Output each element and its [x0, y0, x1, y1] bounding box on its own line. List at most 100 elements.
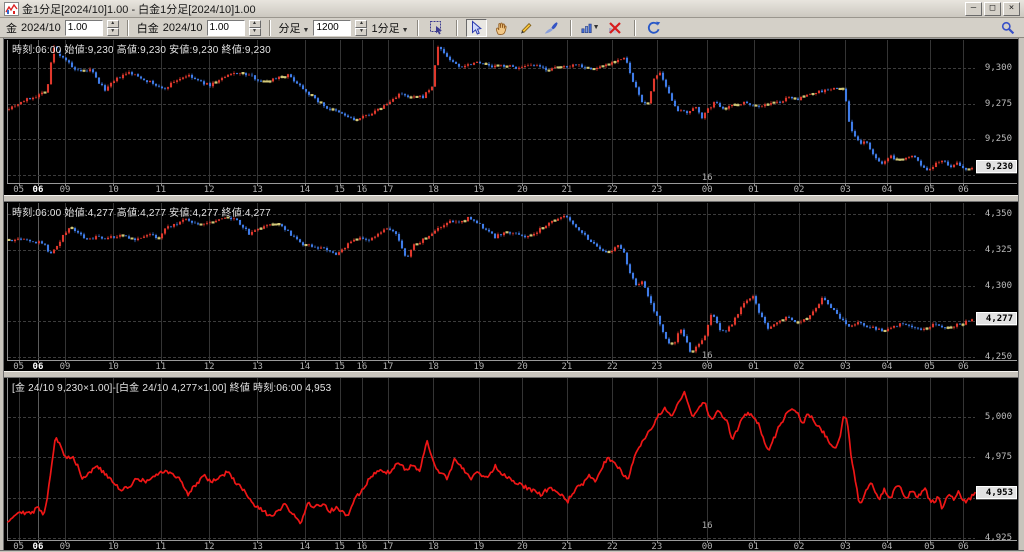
minimize-button[interactable]: – [965, 1, 982, 16]
platinum-month-value: 2024/10 [162, 21, 203, 34]
search-button[interactable] [997, 19, 1018, 37]
chevron-down-icon: ▼ [592, 24, 600, 31]
last-price-badge: 4,953 [976, 486, 1017, 500]
x-axis-label: 04 [881, 185, 893, 195]
x-axis-label: 20 [517, 185, 528, 195]
brush-icon [544, 21, 558, 34]
x-axis-label: 18 [428, 185, 439, 195]
x-axis-label: 02 [793, 542, 805, 552]
x-axis-label: 10 [107, 362, 119, 372]
pan-hand-button[interactable] [491, 19, 512, 37]
panel-splitter[interactable] [0, 371, 1024, 378]
x-axis-label: 02 [793, 362, 805, 372]
spin-up-icon[interactable]: ▲ [106, 19, 119, 28]
x-axis-label: 21 [561, 542, 573, 552]
x-axis-label: 13 [252, 362, 263, 372]
pencil-draw-button[interactable] [516, 19, 537, 37]
x-axis-label: 06 [957, 185, 969, 195]
x-axis-label: 05 [924, 362, 935, 372]
platinum-ohlc-readout: 時刻:06:00 始値:4,277 高値:4,277 安値:4,277 終値:4… [12, 208, 271, 219]
platinum-factor-spinner: ▲ ▼ [248, 19, 261, 36]
x-axis-label: 12 [203, 542, 215, 552]
bar-type-dropdown[interactable]: 分足 ▼ [279, 20, 310, 36]
y-axis-label: 4,975 [984, 452, 1012, 463]
x-axis-label: 21 [561, 185, 573, 195]
panel-splitter[interactable] [0, 195, 1024, 202]
y-axis-label: 9,275 [984, 98, 1012, 109]
y-axis-label: 4,325 [984, 245, 1012, 256]
x-axis-label: 22 [606, 362, 618, 372]
delete-drawings-button[interactable] [605, 19, 626, 37]
x-axis-label: 21 [561, 362, 573, 372]
gold-chart-plot[interactable] [8, 40, 975, 183]
title-bar: 金1分足[2024/10]1.00 - 白金1分足[2024/10]1.00 –… [0, 0, 1024, 18]
maximize-button[interactable]: □ [984, 1, 1001, 16]
x-axis-label: 19 [473, 185, 485, 195]
x-axis-label: 16 [356, 185, 368, 195]
platinum-factor-input[interactable] [206, 19, 245, 36]
x-axis-label: 06 [957, 542, 969, 552]
chevron-down-icon: ▼ [302, 26, 310, 34]
gold-factor-spinner: ▲ ▼ [106, 19, 119, 36]
x-axis-label: 20 [517, 362, 528, 372]
gold-label: 金 [6, 22, 17, 35]
window-border-left [0, 38, 4, 552]
delete-cross-icon [609, 21, 621, 34]
pencil-icon [521, 22, 532, 34]
pointer-select-button[interactable] [465, 18, 487, 37]
platinum-chart-plot[interactable] [8, 203, 975, 360]
x-axis-label: 10 [107, 542, 119, 552]
chart-window: 金1分足[2024/10]1.00 - 白金1分足[2024/10]1.00 –… [0, 0, 1024, 552]
crosshair-select-button[interactable] [427, 19, 448, 37]
bar-count-input[interactable] [313, 19, 352, 36]
y-axis-label: 9,300 [984, 63, 1012, 74]
pointer-icon [472, 19, 482, 35]
gold-month-value: 2024/10 [21, 21, 61, 34]
x-axis-label: 05 [924, 542, 935, 552]
x-axis-label: 15 [334, 542, 346, 552]
spread-chart-plot[interactable] [8, 378, 975, 540]
date-label: 16 [701, 521, 713, 531]
spin-up-icon[interactable]: ▲ [248, 19, 261, 28]
interval-dropdown[interactable]: 1分足 ▼ [371, 20, 408, 36]
x-axis-label: 10 [107, 185, 119, 195]
x-axis-label: 23 [651, 185, 663, 195]
refresh-icon [647, 21, 661, 34]
close-button[interactable]: × [1003, 1, 1020, 16]
x-axis-label: 00 [701, 542, 713, 552]
x-axis-label: 03 [840, 362, 851, 372]
brush-draw-button[interactable] [541, 19, 562, 37]
x-axis-label: 11 [155, 362, 167, 372]
x-axis-label: 00 [701, 362, 713, 372]
refresh-button[interactable] [644, 19, 665, 37]
toolbar-separator [569, 19, 572, 36]
window-title: 金1分足[2024/10]1.00 - 白金1分足[2024/10]1.00 [22, 3, 256, 16]
date-label: 16 [701, 351, 713, 361]
x-axis-label: 22 [606, 185, 618, 195]
x-axis-label: 06 [957, 362, 969, 372]
x-axis-label: 01 [748, 542, 759, 552]
main-top-edge [0, 38, 1024, 39]
x-axis-label: 15 [334, 362, 346, 372]
x-axis-label: 01 [748, 185, 759, 195]
gold-ohlc-readout: 時刻:06:00 始値:9,230 高値:9,230 安値:9,230 終値:9… [12, 45, 271, 56]
x-axis-label: 12 [203, 362, 215, 372]
x-axis-label: 14 [299, 185, 311, 195]
x-axis-label: 00 [701, 185, 713, 195]
spin-down-icon[interactable]: ▼ [106, 27, 119, 36]
window-border-right[interactable] [1018, 38, 1024, 552]
crosshair-select-icon [430, 20, 443, 34]
bar-count-spinner: ▲ ▼ [355, 19, 368, 36]
x-axis-label: 16 [356, 362, 368, 372]
y-axis-label: 9,250 [984, 134, 1012, 145]
spin-up-icon[interactable]: ▲ [355, 19, 368, 28]
x-axis-label: 02 [793, 185, 805, 195]
x-axis-label: 05 [13, 362, 25, 372]
y-axis-label: 5,000 [984, 411, 1012, 422]
x-axis-label: 06 [32, 185, 44, 195]
gold-factor-input[interactable] [64, 19, 103, 36]
chart-style-button[interactable]: ▼ [580, 19, 601, 37]
y-axis-label: 4,925 [984, 533, 1012, 544]
spin-down-icon[interactable]: ▼ [248, 27, 261, 36]
spin-down-icon[interactable]: ▼ [355, 27, 368, 36]
